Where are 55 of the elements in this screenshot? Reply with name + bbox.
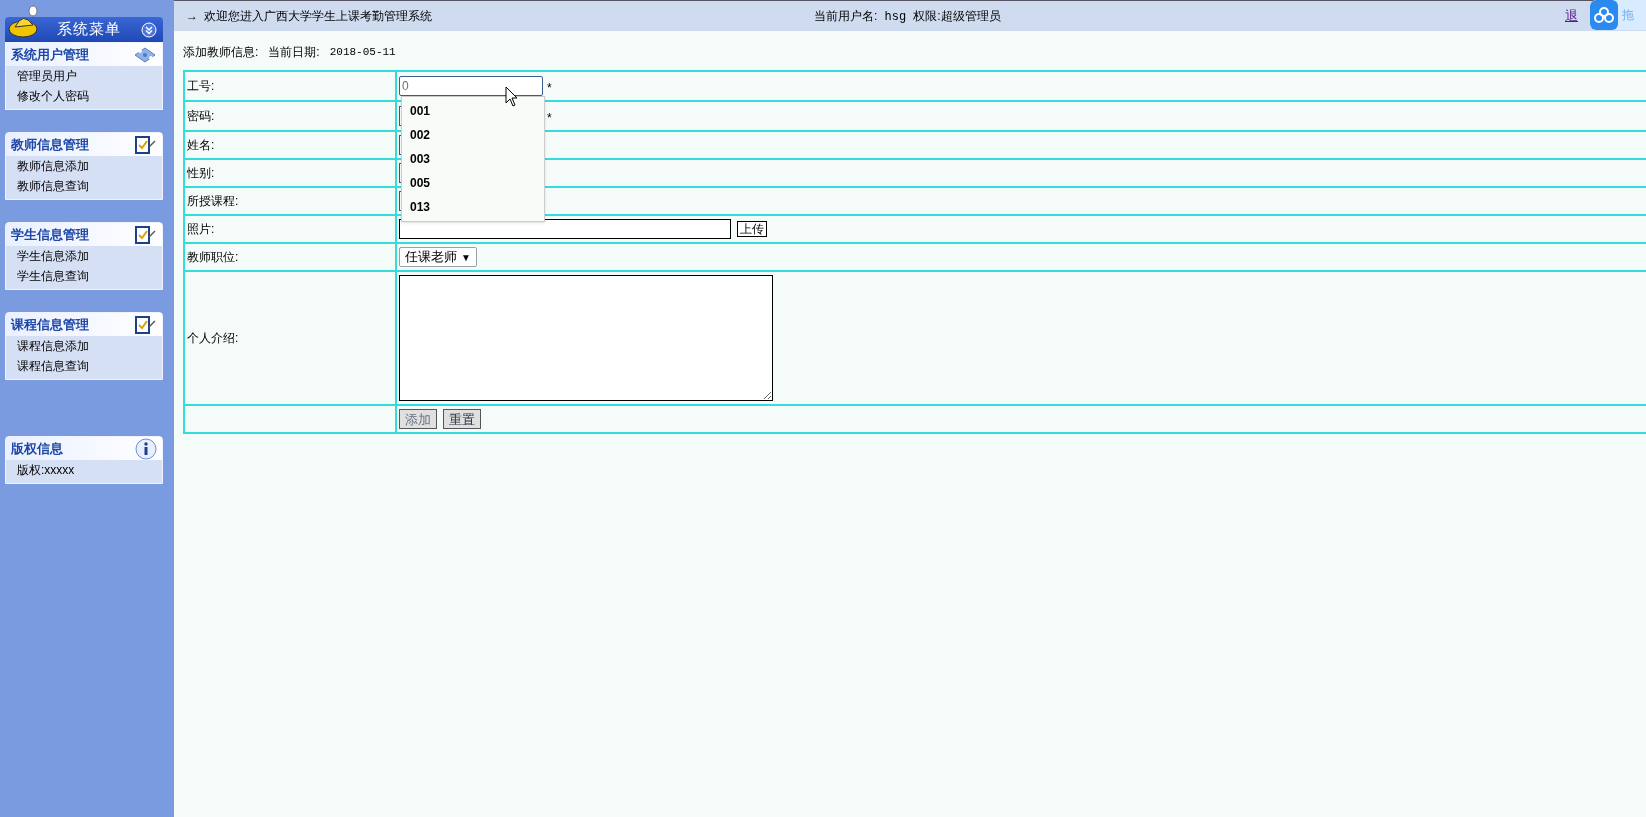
field-label: 教师职位: (187, 249, 239, 266)
field-label: 个人介绍: (187, 330, 239, 347)
menu-item[interactable]: 学生信息查询 (6, 266, 162, 286)
arrow-icon: → (186, 7, 198, 25)
menu-title: 系统菜单 (57, 19, 121, 40)
menu-item[interactable]: 课程信息查询 (6, 356, 162, 376)
widget-label: 拖 (1622, 7, 1634, 24)
menu-section-title: 系统用户管理 (11, 45, 89, 64)
field-label: 照片: (187, 221, 215, 238)
field-label: 所授课程: (187, 193, 239, 210)
required-mark: * (547, 80, 552, 97)
menu-item[interactable]: 版权:xxxxx (6, 460, 162, 480)
cloud-icon (1594, 7, 1614, 23)
collapse-icon[interactable] (141, 21, 157, 38)
current-user-text: 当前用户名: hsg 权限:超级管理员 (814, 7, 1001, 26)
reset-button[interactable]: 重置 (443, 409, 481, 429)
checklist-icon (133, 224, 157, 245)
position-select[interactable]: 任课老师 ▼ (399, 247, 477, 267)
menu-section-header[interactable]: 学生信息管理 (6, 223, 162, 246)
menu-item[interactable]: 教师信息查询 (6, 176, 162, 196)
autocomplete-option[interactable]: 003 (402, 147, 544, 171)
file-path-field[interactable] (399, 219, 731, 239)
field-label: 密码: (187, 108, 215, 125)
menu-item[interactable]: 修改个人密码 (6, 86, 162, 106)
upload-button[interactable]: 上传 (737, 221, 767, 237)
logout-link[interactable]: 退 (1565, 6, 1578, 26)
required-mark: * (547, 110, 552, 127)
menu-section-header[interactable]: 版权信息 (6, 437, 162, 460)
menu-section-title: 教师信息管理 (11, 135, 89, 154)
autocomplete-option[interactable]: 005 (402, 171, 544, 195)
field-label: 性别: (187, 165, 215, 182)
date-label: 当前日期: (268, 44, 320, 61)
menu-section-header[interactable]: 系统用户管理 (6, 43, 162, 66)
menu-item[interactable]: 教师信息添加 (6, 156, 162, 176)
input-field[interactable]: 0 (399, 76, 543, 96)
current-date: 2018-05-11 (329, 44, 396, 60)
menu-section-title: 课程信息管理 (11, 315, 89, 334)
menu-item[interactable]: 学生信息添加 (6, 246, 162, 266)
menu-item[interactable]: 课程信息添加 (6, 336, 162, 356)
menu-section-header[interactable]: 课程信息管理 (6, 313, 162, 336)
autocomplete-option[interactable]: 002 (402, 123, 544, 147)
introduction-textarea[interactable] (399, 275, 773, 401)
menu-section-title: 学生信息管理 (11, 225, 89, 244)
menu-section-header[interactable]: 教师信息管理 (6, 133, 162, 156)
field-label: 姓名: (187, 137, 215, 154)
page-heading: 添加教师信息: (183, 44, 259, 61)
dropdown-arrow-icon: ▼ (461, 249, 471, 265)
field-label: 工号: (187, 78, 215, 95)
welcome-text: 欢迎您进入广西大学学生上课考勤管理系统 (204, 8, 432, 25)
checklist-icon (133, 134, 157, 155)
autocomplete-option[interactable]: 013 (402, 195, 544, 219)
menu-section-title: 版权信息 (11, 439, 63, 458)
checklist-icon (133, 314, 157, 335)
autocomplete-option[interactable]: 001 (402, 99, 544, 123)
menu-item[interactable]: 管理员用户 (6, 66, 162, 86)
